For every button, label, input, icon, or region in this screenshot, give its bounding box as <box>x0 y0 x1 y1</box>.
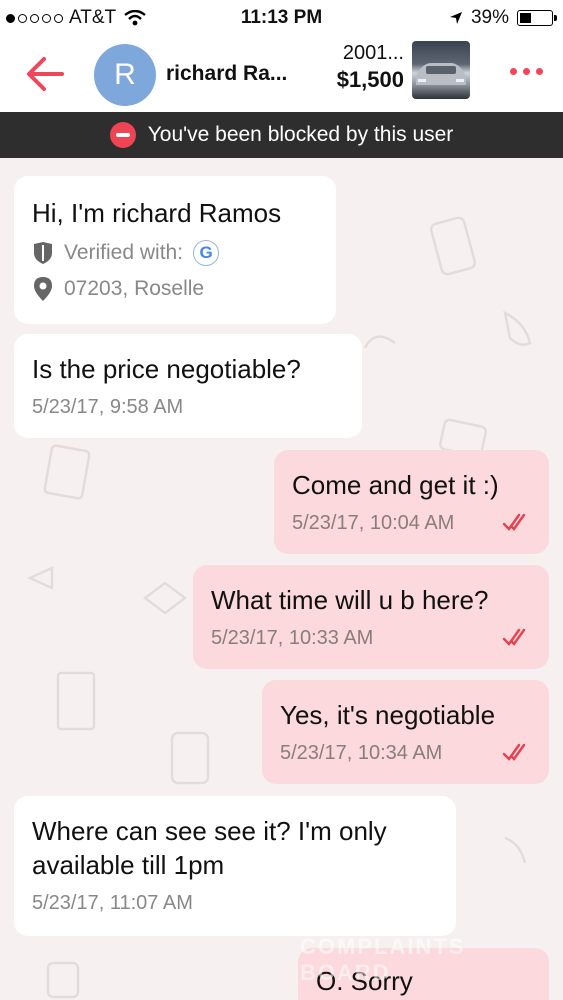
battery-icon <box>517 10 557 26</box>
message-time: 5/23/17, 10:33 AM <box>211 627 374 649</box>
location-arrow-icon <box>449 12 462 24</box>
listing-info[interactable]: 2001... $1,500 <box>320 42 404 93</box>
google-icon: G <box>193 240 220 266</box>
message-list[interactable]: Hi, I'm richard Ramos Verified with: G 0… <box>0 158 563 1000</box>
blocked-banner: You've been blocked by this user <box>0 112 563 158</box>
message-time: 5/23/17, 9:58 AM <box>32 396 184 418</box>
message-bubble-outgoing[interactable]: What time will u b here? 5/23/17, 10:33 … <box>193 565 549 669</box>
avatar[interactable]: R <box>94 44 156 106</box>
listing-thumbnail[interactable] <box>412 41 470 99</box>
chat-header: R richard Ra... 2001... $1,500 <box>0 38 563 112</box>
location-pin-icon <box>34 277 52 301</box>
contact-name[interactable]: richard Ra... <box>166 62 287 86</box>
shield-icon <box>34 242 52 264</box>
more-options-icon[interactable] <box>510 68 543 75</box>
message-text: Come and get it :) <box>292 470 499 500</box>
message-text: Is the price negotiable? <box>32 354 301 384</box>
battery-percent: 39% <box>470 7 509 28</box>
message-bubble-incoming[interactable]: Where can see see it? I'm only available… <box>14 796 456 936</box>
profile-card: Hi, I'm richard Ramos Verified with: G 0… <box>14 176 336 324</box>
battery-level <box>520 13 531 23</box>
message-time: 5/23/17, 11:07 AM <box>32 892 193 914</box>
car-image <box>416 63 466 85</box>
back-arrow-icon[interactable] <box>24 54 66 94</box>
message-bubble-outgoing[interactable]: Yes, it's negotiable 5/23/17, 10:34 AM <box>262 680 549 784</box>
message-time: 5/23/17, 10:34 AM <box>280 742 443 764</box>
message-text: What time will u b here? <box>211 585 489 615</box>
message-bubble-outgoing[interactable]: Come and get it :) 5/23/17, 10:04 AM <box>274 450 549 554</box>
message-bubble-incoming[interactable]: Is the price negotiable? 5/23/17, 9:58 A… <box>14 334 362 438</box>
location-text: 07203, Roselle <box>64 277 205 300</box>
read-receipt-icon <box>502 513 526 531</box>
location-row: 07203, Roselle <box>32 276 318 302</box>
verified-label: Verified with: <box>64 241 184 264</box>
status-bar: AT&T 11:13 PM 39% <box>0 0 563 38</box>
listing-price: $1,500 <box>336 67 404 92</box>
read-receipt-icon <box>502 743 526 761</box>
message-time: 5/23/17, 10:04 AM <box>292 512 455 534</box>
status-right: 39% <box>449 7 557 29</box>
read-receipt-icon <box>502 628 526 646</box>
message-text: Where can see see it? I'm only available… <box>32 816 387 880</box>
profile-greeting: Hi, I'm richard Ramos <box>32 198 282 228</box>
listing-title: 2001... <box>342 42 404 64</box>
message-text: Yes, it's negotiable <box>280 700 496 730</box>
blocked-icon <box>109 122 136 148</box>
blocked-text: You've been blocked by this user <box>147 123 454 146</box>
verified-row: Verified with: G <box>32 240 318 266</box>
watermark-logo: COMPLAINTS BOARD <box>300 934 466 985</box>
